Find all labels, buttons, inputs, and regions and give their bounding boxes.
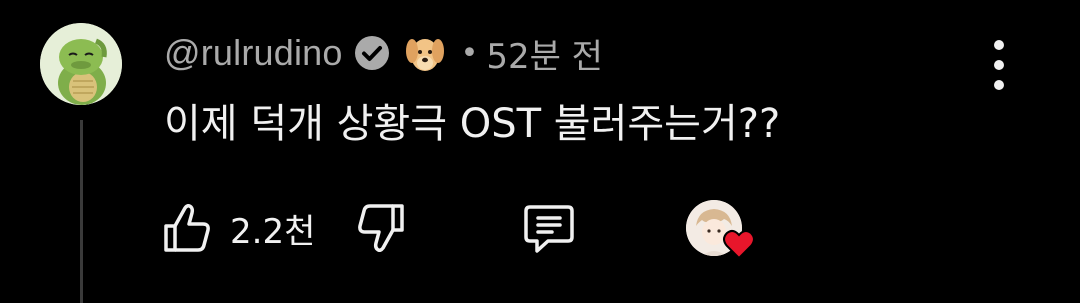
more-dot	[994, 60, 1004, 70]
creator-heart-icon	[723, 229, 755, 260]
meta-separator: •	[460, 35, 479, 71]
thumbs-down-icon	[358, 204, 404, 253]
comment-actions: 2.2천	[160, 196, 780, 260]
user-avatar[interactable]	[40, 23, 122, 105]
reply-button[interactable]	[520, 196, 578, 260]
like-count: 2.2천	[230, 211, 316, 252]
more-dot	[994, 80, 1004, 90]
more-dot	[994, 40, 1004, 50]
dislike-button[interactable]	[352, 196, 408, 260]
dog-emoji-icon	[403, 29, 447, 77]
thread-line	[80, 120, 83, 303]
comment-meta: @rulrudino • 52분 전	[164, 26, 603, 80]
like-button[interactable]: 2.2천	[160, 196, 315, 260]
thumbs-up-icon	[164, 203, 210, 252]
comment-time: 52분 전	[486, 36, 603, 77]
comment-text: 이제 덕개 상황극 OST 불러주는거??	[164, 101, 781, 147]
dinosaur-avatar-icon	[40, 23, 122, 105]
verified-check-icon	[353, 34, 391, 72]
comment-item: @rulrudino • 52분 전 이제 덕개 상황극 OST 불러주는거??…	[0, 0, 1080, 303]
creator-heart-badge	[686, 200, 758, 264]
more-vertical-icon[interactable]	[984, 40, 1014, 90]
comment-author[interactable]: @rulrudino	[164, 32, 343, 74]
reply-comment-icon	[524, 205, 574, 253]
